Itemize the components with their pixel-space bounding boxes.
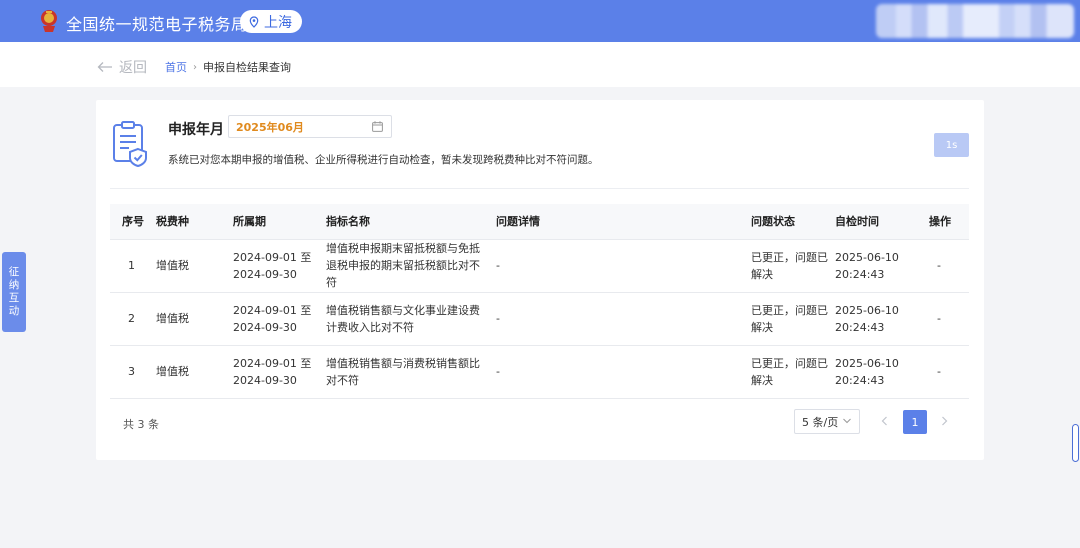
col-header-action: 操作 — [929, 204, 969, 240]
user-info-blurred[interactable] — [876, 4, 1074, 38]
scroll-handle[interactable] — [1072, 424, 1079, 462]
cell-check-time: 2025-06-10 20:24:43 — [835, 345, 929, 399]
calendar-icon — [372, 121, 383, 132]
breadcrumb: 首页 › 申报自检结果查询 — [165, 59, 291, 75]
check-time: 20:24:43 — [835, 373, 885, 387]
side-tab-char: 征 — [8, 266, 20, 278]
breadcrumb-current: 申报自检结果查询 — [203, 61, 291, 74]
cell-action: - — [929, 292, 969, 346]
cell-check-time: 2025-06-10 20:24:43 — [835, 292, 929, 346]
breadcrumb-bar: 返回 首页 › 申报自检结果查询 — [0, 42, 1080, 87]
col-header-index: 序号 — [110, 204, 156, 240]
cell-tax-type: 增值税 — [156, 292, 233, 346]
cell-period: 2024-09-01 至 2024-09-30 — [233, 345, 326, 399]
side-tab-char: 互 — [8, 292, 20, 304]
interaction-float-tab[interactable]: 征 纳 互 动 — [2, 252, 26, 332]
breadcrumb-separator: › — [193, 61, 197, 73]
page-size-select[interactable]: 5 条/页 — [794, 409, 860, 434]
cell-index: 1 — [110, 239, 156, 293]
cell-period: 2024-09-01 至 2024-09-30 — [233, 239, 326, 293]
check-notice: 系统已对您本期申报的增值税、企业所得税进行自动检查，暂未发现跨税费种比对不符问题… — [168, 154, 599, 166]
breadcrumb-home-link[interactable]: 首页 — [165, 59, 187, 75]
cell-indicator: 增值税销售额与消费税销售额比对不符 — [326, 345, 496, 399]
cell-tax-type: 增值税 — [156, 345, 233, 399]
col-header-period: 所属期 — [233, 204, 326, 240]
result-table: 序号 税费种 所属期 指标名称 问题详情 问题状态 自检时间 操作 1 增值税 … — [110, 204, 969, 399]
report-check-icon — [113, 121, 147, 168]
period-end: 2024-09-30 — [233, 373, 297, 387]
result-card: 申报年月 2025年06月 系统已对您本期申报的增值税、企业所得税进行自动检查，… — [96, 100, 984, 460]
col-header-detail: 问题详情 — [496, 204, 751, 240]
col-header-tax-type: 税费种 — [156, 204, 233, 240]
period-start: 2024-09-01 至 — [233, 250, 312, 264]
cell-status: 已更正，问题已解决 — [751, 345, 835, 399]
top-header: 全国统一规范电子税务局 上海 — [0, 0, 1080, 42]
region-selector[interactable]: 上海 — [240, 10, 302, 33]
cell-check-time: 2025-06-10 20:24:43 — [835, 239, 929, 293]
cell-detail: - — [496, 292, 751, 346]
arrow-left-icon — [97, 62, 112, 72]
cell-period: 2024-09-01 至 2024-09-30 — [233, 292, 326, 346]
page-size-value: 5 条/页 — [802, 415, 839, 429]
cell-index: 2 — [110, 292, 156, 346]
cell-action: - — [929, 239, 969, 293]
tax-emblem-logo — [41, 10, 57, 32]
table-row: 3 增值税 2024-09-01 至 2024-09-30 增值税销售额与消费税销… — [110, 345, 969, 399]
cell-indicator: 增值税申报期末留抵税额与免抵退税申报的期末留抵税额比对不符 — [326, 239, 496, 293]
table-header-row: 序号 税费种 所属期 指标名称 问题详情 问题状态 自检时间 操作 — [110, 204, 969, 240]
period-label: 申报年月 — [168, 122, 224, 138]
cell-action: - — [929, 345, 969, 399]
check-date: 2025-06-10 — [835, 303, 899, 317]
cell-indicator: 增值税销售额与文化事业建设费计费收入比对不符 — [326, 292, 496, 346]
check-time: 20:24:43 — [835, 267, 885, 281]
period-start: 2024-09-01 至 — [233, 303, 312, 317]
check-date: 2025-06-10 — [835, 250, 899, 264]
site-title: 全国统一规范电子税务局 — [66, 15, 248, 34]
cell-detail: - — [496, 239, 751, 293]
col-header-check-time: 自检时间 — [835, 204, 929, 240]
table-row: 2 增值税 2024-09-01 至 2024-09-30 增值税销售额与文化事业… — [110, 292, 969, 346]
side-tab-char: 纳 — [8, 279, 20, 291]
check-date: 2025-06-10 — [835, 356, 899, 370]
cell-status: 已更正，问题已解决 — [751, 239, 835, 293]
table-row: 1 增值税 2024-09-01 至 2024-09-30 增值税申报期末留抵税额… — [110, 239, 969, 293]
next-page-button[interactable] — [939, 415, 949, 427]
chevron-down-icon — [843, 418, 851, 424]
countdown-button[interactable]: 1s — [934, 133, 969, 157]
back-label: 返回 — [119, 60, 147, 76]
period-date-picker[interactable]: 2025年06月 — [228, 115, 392, 138]
back-button[interactable]: 返回 — [97, 57, 147, 77]
period-end: 2024-09-30 — [233, 320, 297, 334]
period-start: 2024-09-01 至 — [233, 356, 312, 370]
side-tab-char: 动 — [8, 305, 20, 317]
cell-index: 3 — [110, 345, 156, 399]
cell-status: 已更正，问题已解决 — [751, 292, 835, 346]
location-pin-icon — [249, 15, 259, 28]
total-count: 共 3 条 — [123, 418, 159, 431]
col-header-indicator: 指标名称 — [326, 204, 496, 240]
check-time: 20:24:43 — [835, 320, 885, 334]
period-end: 2024-09-30 — [233, 267, 297, 281]
col-header-status: 问题状态 — [751, 204, 835, 240]
region-name: 上海 — [264, 14, 292, 31]
divider — [110, 188, 969, 189]
cell-tax-type: 增值税 — [156, 239, 233, 293]
period-value: 2025年06月 — [236, 120, 304, 134]
page-number-current[interactable]: 1 — [903, 410, 927, 434]
cell-detail: - — [496, 345, 751, 399]
prev-page-button[interactable] — [880, 415, 890, 427]
